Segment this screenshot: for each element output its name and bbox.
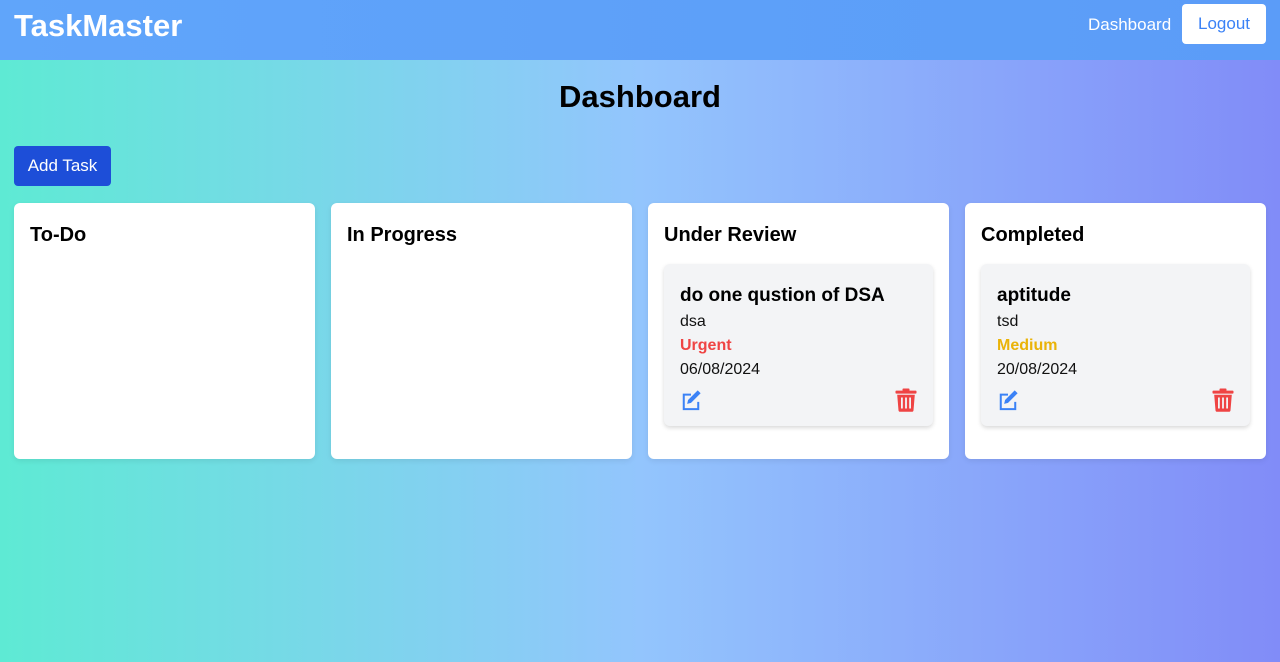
task-description: tsd — [997, 313, 1019, 330]
column-todo: To-Do — [14, 203, 315, 459]
navbar: TaskMaster Dashboard Logout — [0, 0, 1280, 60]
column-completed: Completed aptitude tsd Medium 20/08/2024 — [965, 203, 1266, 459]
task-due-date: 06/08/2024 — [680, 361, 761, 378]
column-title: To-Do — [30, 224, 87, 246]
add-task-button[interactable]: Add Task — [14, 146, 111, 186]
logout-button[interactable]: Logout — [1182, 4, 1266, 44]
task-card[interactable]: do one qustion of DSA dsa Urgent 06/08/2… — [664, 264, 933, 426]
task-title: do one qustion of DSA — [680, 285, 885, 306]
page-title: Dashboard — [559, 79, 721, 114]
column-in-progress: In Progress — [331, 203, 632, 459]
column-title: Under Review — [664, 224, 797, 246]
nav-link-dashboard[interactable]: Dashboard — [1088, 15, 1171, 35]
edit-icon[interactable] — [997, 389, 1019, 411]
task-priority: Urgent — [680, 337, 732, 354]
brand-logo[interactable]: TaskMaster — [14, 7, 182, 45]
task-title: aptitude — [997, 285, 1071, 306]
column-under-review: Under Review do one qustion of DSA dsa U… — [648, 203, 949, 459]
trash-icon[interactable] — [895, 388, 917, 412]
task-due-date: 20/08/2024 — [997, 361, 1078, 378]
task-priority: Medium — [997, 337, 1058, 354]
column-title: In Progress — [347, 224, 458, 246]
task-description: dsa — [680, 313, 706, 330]
task-card[interactable]: aptitude tsd Medium 20/08/2024 — [981, 264, 1250, 426]
edit-icon[interactable] — [680, 389, 702, 411]
column-title: Completed — [981, 224, 1085, 246]
trash-icon[interactable] — [1212, 388, 1234, 412]
